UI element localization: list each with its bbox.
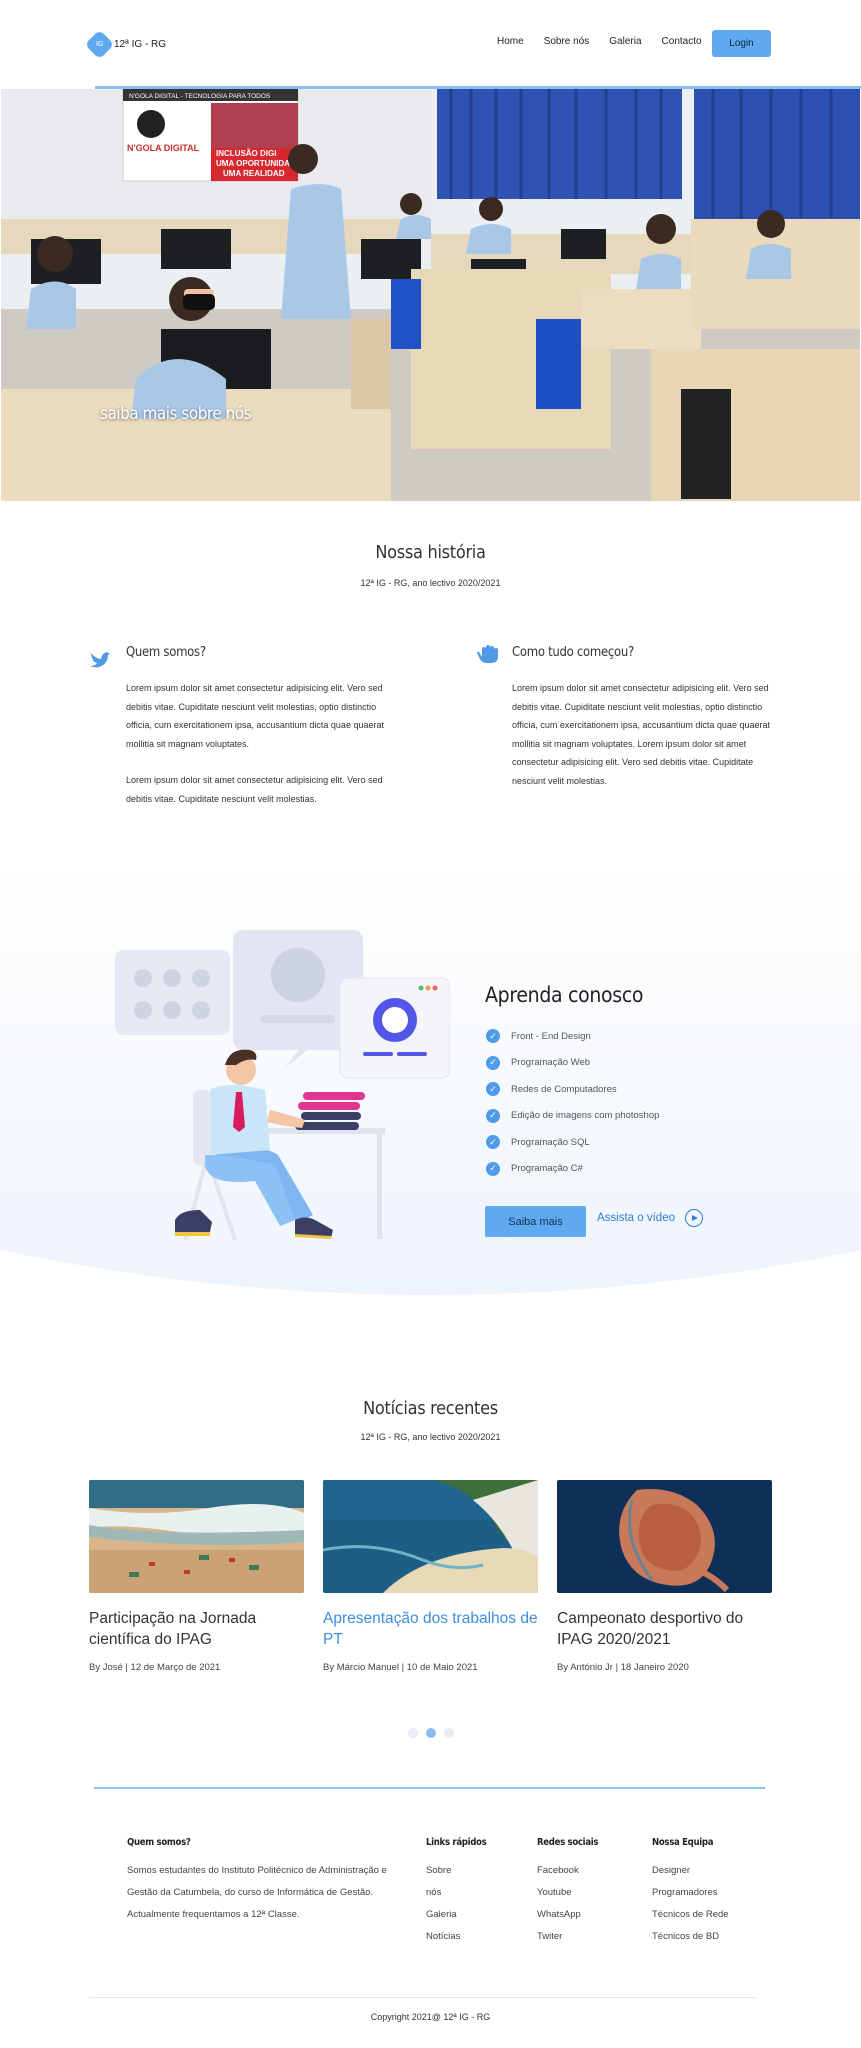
news-card-title[interactable]: Campeonato desportivo do IPAG 2020/2021 xyxy=(557,1608,772,1650)
banner-headline: N'GOLA DIGITAL - TECNOLOGIA PARA TODOS xyxy=(129,93,271,100)
about-text: Lorem ipsum dolor sit amet consectetur a… xyxy=(126,679,386,826)
footer-team: Designer Programadores Técnicos de Rede … xyxy=(652,1860,729,1948)
main-nav: Home Sobre nós Galeria Contacto xyxy=(497,36,722,47)
carousel-dot-3[interactable] xyxy=(444,1728,454,1738)
saiba-mais-button[interactable]: Saiba mais xyxy=(485,1206,586,1237)
footer-about-text: Somos estudantes do Instituto Politécnic… xyxy=(127,1865,387,1920)
footer-team-bd[interactable]: Técnicos de BD xyxy=(652,1926,729,1948)
footer-links: Sobre nós Galeria Notícias xyxy=(426,1860,460,1948)
footer-link-nos[interactable]: nós xyxy=(426,1882,460,1904)
origin-text: Lorem ipsum dolor sit amet consectetur a… xyxy=(512,679,772,808)
nav-contacto[interactable]: Contacto xyxy=(662,36,702,47)
watch-video-link[interactable]: Assista o vídeo xyxy=(597,1209,703,1227)
news-card-title[interactable]: Apresentação dos trabalhos de PT xyxy=(323,1608,538,1650)
learn-title: Aprenda conosco xyxy=(485,983,644,1007)
check-icon: ✓ xyxy=(486,1161,500,1176)
banner-line-2: UMA OPORTUNIDA xyxy=(216,159,290,168)
course-label: Front - End Design xyxy=(511,1030,591,1042)
check-icon: ✓ xyxy=(486,1055,500,1070)
banner-brand: N'GOLA DIGITAL xyxy=(127,143,200,153)
logo-mark-text: IG xyxy=(95,40,104,48)
site-header: IG 12ª IG - RG Home Sobre nós Galeria Co… xyxy=(0,0,861,86)
footer-social: Facebook Youtube WhatsApp Twiter xyxy=(537,1860,581,1948)
footer-social-whatsapp[interactable]: WhatsApp xyxy=(537,1904,581,1926)
site-logo[interactable]: IG 12ª IG - RG xyxy=(84,29,167,60)
course-item: ✓ Edição de imagens com photoshop xyxy=(486,1103,659,1130)
nav-home[interactable]: Home xyxy=(497,36,524,47)
footer-social-twiter[interactable]: Twiter xyxy=(537,1926,581,1948)
about-paragraph-1: Lorem ipsum dolor sit amet consectetur a… xyxy=(126,683,384,749)
footer-about-title: Quem somos? xyxy=(127,1837,191,1848)
check-icon: ✓ xyxy=(486,1082,500,1097)
watch-video-label: Assista o vídeo xyxy=(597,1212,675,1224)
hero-caption[interactable]: saiba mais sobre nós xyxy=(100,404,252,424)
bottom-divider xyxy=(89,1997,757,1998)
course-label: Redes de Computadores xyxy=(511,1083,617,1095)
course-list: ✓ Front - End Design ✓ Programação Web ✓ Re… xyxy=(486,1023,659,1182)
footer-link-galeria[interactable]: Galeria xyxy=(426,1904,460,1926)
course-label: Programação Web xyxy=(511,1057,591,1069)
footer-team-title: Nossa Equipa xyxy=(652,1837,714,1848)
news-subtitle: 12ª IG - RG, ano lectivo 2020/2021 xyxy=(360,1432,501,1442)
play-icon xyxy=(684,1209,703,1227)
nav-galeria[interactable]: Galeria xyxy=(609,36,641,47)
course-label: Programação SQL xyxy=(511,1136,590,1148)
about-title: Quem somos? xyxy=(126,645,206,660)
carousel-dot-1[interactable] xyxy=(408,1728,418,1738)
course-item: ✓ Front - End Design xyxy=(486,1023,659,1050)
copyright: Copyright 2021@ 12ª IG - RG xyxy=(370,2012,491,2022)
carousel-dots xyxy=(408,1728,462,1738)
hero-image: N'GOLA DIGITAL - TECNOLOGIA PARA TODOS N… xyxy=(1,89,860,501)
course-item: ✓ Programação SQL xyxy=(486,1129,659,1156)
footer-social-youtube[interactable]: Youtube xyxy=(537,1882,581,1904)
news-card-meta: By José | 12 de Março de 2021 xyxy=(89,1662,221,1673)
history-title: Nossa história xyxy=(375,542,486,563)
course-label: Edição de imagens com photoshop xyxy=(511,1110,660,1122)
news-image-island xyxy=(557,1480,772,1593)
classroom-photo: N'GOLA DIGITAL - TECNOLOGIA PARA TODOS N… xyxy=(1,89,860,501)
logo-text: 12ª IG - RG xyxy=(114,39,167,50)
nav-sobre-nos[interactable]: Sobre nós xyxy=(544,36,590,47)
footer-social-facebook[interactable]: Facebook xyxy=(537,1860,581,1882)
footer-link-noticias[interactable]: Notícias xyxy=(426,1926,460,1948)
news-image-coast xyxy=(323,1480,538,1593)
course-label: Programação C# xyxy=(511,1163,583,1175)
login-button[interactable]: Login xyxy=(712,30,771,57)
footer-team-programadores[interactable]: Programadores xyxy=(652,1882,729,1904)
news-card[interactable]: Campeonato desportivo do IPAG 2020/2021 … xyxy=(557,1480,772,1673)
logo-mark-icon: IG xyxy=(84,29,115,60)
banner-line-3: UMA REALIDAD xyxy=(223,169,285,178)
course-item: ✓ Redes de Computadores xyxy=(486,1076,659,1103)
news-card-title[interactable]: Participação na Jornada científica do IP… xyxy=(89,1608,304,1650)
bird-icon xyxy=(90,652,110,668)
check-icon: ✓ xyxy=(486,1029,500,1044)
news-card[interactable]: Participação na Jornada científica do IP… xyxy=(89,1480,304,1673)
about-paragraph-2: Lorem ipsum dolor sit amet consectetur a… xyxy=(126,775,383,804)
course-item: ✓ Programação Web xyxy=(486,1050,659,1077)
footer-team-designer[interactable]: Designer xyxy=(652,1860,729,1882)
course-item: ✓ Programação C# xyxy=(486,1156,659,1183)
news-title: Notícias recentes xyxy=(363,1398,498,1419)
footer-social-title: Redes sociais xyxy=(537,1837,599,1848)
footer-links-title: Links rápidos xyxy=(426,1837,487,1848)
footer-link-sobre[interactable]: Sobre xyxy=(426,1860,460,1882)
news-card-meta: By Márcio Manuel | 10 de Maio 2021 xyxy=(323,1662,478,1673)
origin-title: Como tudo começou? xyxy=(512,645,634,660)
history-subtitle: 12ª IG - RG, ano lectivo 2020/2021 xyxy=(360,578,501,588)
learning-illustration xyxy=(115,930,450,1240)
banner-line-1: INCLUSÃO DIGI xyxy=(216,149,276,158)
hand-icon xyxy=(477,645,498,663)
check-icon: ✓ xyxy=(486,1108,500,1123)
origin-paragraph: Lorem ipsum dolor sit amet consectetur a… xyxy=(512,683,770,786)
footer-team-rede[interactable]: Técnicos de Rede xyxy=(652,1904,729,1926)
carousel-dot-2[interactable] xyxy=(426,1728,436,1738)
check-icon: ✓ xyxy=(486,1135,500,1150)
news-image-beach xyxy=(89,1480,304,1593)
footer-divider xyxy=(94,1787,765,1789)
news-card[interactable]: Apresentação dos trabalhos de PT By Márc… xyxy=(323,1480,538,1673)
news-card-meta: By António Jr | 18 Janeiro 2020 xyxy=(557,1662,689,1673)
